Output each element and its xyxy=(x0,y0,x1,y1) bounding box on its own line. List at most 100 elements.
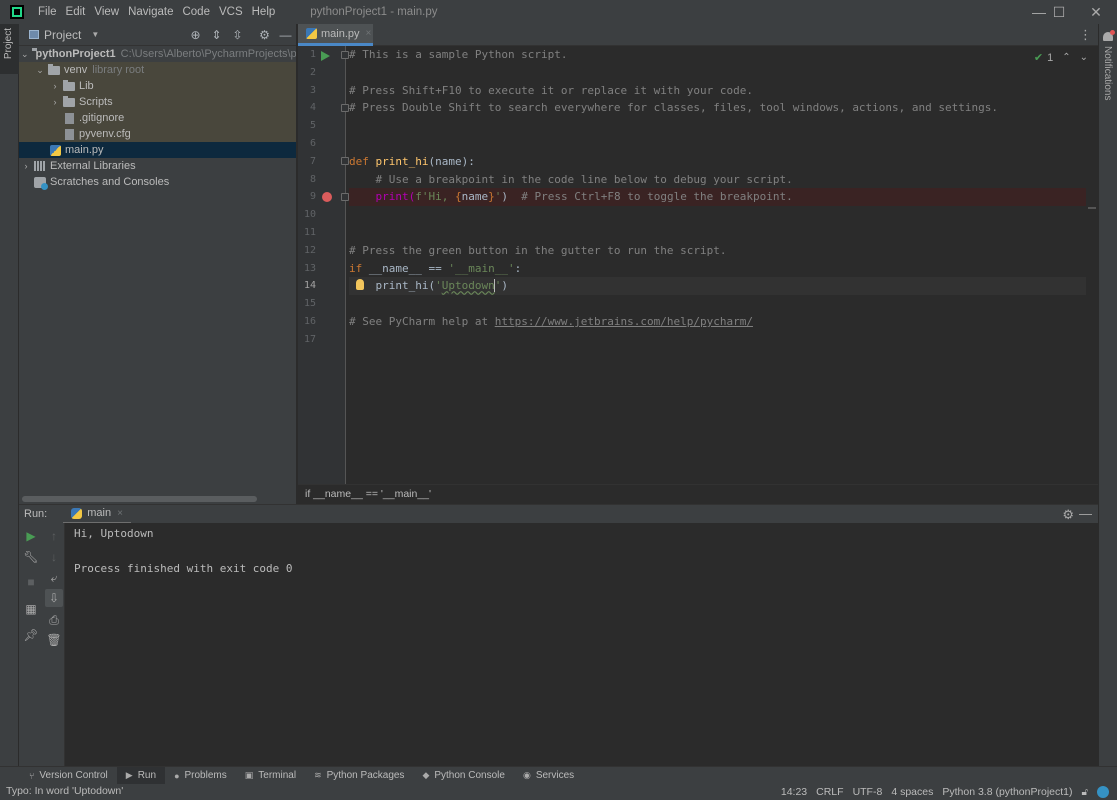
typo-word[interactable]: Uptodown xyxy=(442,279,495,292)
fold-icon[interactable] xyxy=(341,51,349,59)
tree-item-label: Lib xyxy=(79,80,94,92)
lock-icon[interactable]: 🔓︎ xyxy=(1082,787,1088,798)
python-interpreter[interactable]: Python 3.8 (pythonProject1) xyxy=(942,786,1072,798)
stop-icon[interactable]: ■ xyxy=(22,573,40,591)
toolwindow-python-packages[interactable]: ≋ Python Packages xyxy=(305,767,413,785)
run-tab-main[interactable]: main × xyxy=(63,505,131,524)
line-number: 4 xyxy=(309,102,316,114)
inspection-count: 1 xyxy=(1047,51,1054,64)
toolwindow-services[interactable]: ◉ Services xyxy=(514,767,583,785)
soft-wrap-icon[interactable]: ⤶ xyxy=(45,569,63,587)
editor-vertical-scrollbar[interactable] xyxy=(1086,46,1098,484)
fold-icon[interactable] xyxy=(341,193,349,201)
toolwindow-terminal[interactable]: ▣ Terminal xyxy=(236,767,305,785)
toolwindow-run[interactable]: ▶ Run xyxy=(116,766,166,785)
fold-icon[interactable] xyxy=(341,157,349,165)
tab-main-py[interactable]: main.py × xyxy=(298,24,373,46)
chevron-down-icon[interactable]: ⌄ xyxy=(35,65,45,76)
layout-icon[interactable]: ▦ xyxy=(22,600,40,618)
toolwindow-version-control[interactable]: ⑂ Version Control xyxy=(20,767,117,785)
folder-icon xyxy=(48,63,60,75)
collapse-all-icon[interactable]: ⇳ xyxy=(227,28,248,42)
close-tab-icon[interactable]: × xyxy=(117,508,123,519)
wrench-icon[interactable]: 🔧︎ xyxy=(22,548,40,566)
down-arrow-icon[interactable]: ↓ xyxy=(45,548,63,566)
close-icon: ✕ xyxy=(1090,3,1102,20)
check-icon: ✔ xyxy=(1033,52,1044,64)
line-number: 11 xyxy=(303,227,316,238)
help-link[interactable]: https://www.jetbrains.com/help/pycharm/ xyxy=(495,315,753,328)
menu-help[interactable]: Help xyxy=(252,6,276,18)
line-separator[interactable]: CRLF xyxy=(816,786,843,798)
file-encoding[interactable]: UTF-8 xyxy=(853,786,883,798)
tree-item-scripts[interactable]: › Scripts xyxy=(19,94,296,110)
previous-highlight-icon[interactable]: ⌃ xyxy=(1062,52,1070,63)
run-icon: ▶ xyxy=(125,770,133,780)
tree-item-lib[interactable]: › Lib xyxy=(19,78,296,94)
chevron-right-icon[interactable]: › xyxy=(50,81,60,91)
run-console[interactable]: Hi, Uptodown Process finished with exit … xyxy=(65,523,1098,766)
line-number: 13 xyxy=(303,262,316,274)
chevron-right-icon[interactable]: › xyxy=(21,161,31,171)
chevron-down-icon[interactable]: ⌄ xyxy=(21,49,29,60)
line-number: 5 xyxy=(309,120,316,132)
code-line: # This is a sample Python script. xyxy=(349,48,568,61)
gear-icon[interactable]: ⚙ xyxy=(1062,507,1074,523)
trash-icon[interactable]: 🗑︎ xyxy=(45,631,63,649)
hide-icon[interactable]: — xyxy=(1079,506,1092,521)
tree-item-main-py[interactable]: main.py xyxy=(19,142,296,158)
line-number: 2 xyxy=(309,66,316,78)
maximize-button[interactable]: ☐ xyxy=(1039,0,1079,24)
menu-code[interactable]: Code xyxy=(182,6,210,18)
inspection-widget[interactable]: ✔ 1 ⌃ ⌄ xyxy=(1033,51,1088,65)
caret-position[interactable]: 14:23 xyxy=(781,786,807,798)
menu-navigate[interactable]: Navigate xyxy=(128,6,173,18)
tree-item-scratches[interactable]: Scratches and Consoles xyxy=(19,174,296,190)
menu-file[interactable]: File xyxy=(38,6,57,18)
toolwindow-python-console[interactable]: ◆ Python Console xyxy=(413,767,514,785)
locate-icon[interactable]: ⊕ xyxy=(185,28,206,42)
project-view-selector[interactable]: Project ▼ xyxy=(29,28,99,42)
indent-setting[interactable]: 4 spaces xyxy=(891,786,933,798)
breakpoint-icon[interactable] xyxy=(322,192,332,202)
notifications-tool-button[interactable]: Notifications xyxy=(1102,46,1113,100)
status-message[interactable]: Typo: In word 'Uptodown' xyxy=(6,785,123,797)
close-window-button[interactable]: ✕ xyxy=(1076,0,1116,24)
tree-item-venv[interactable]: ⌄ venv library root xyxy=(19,62,296,78)
chevron-right-icon[interactable]: › xyxy=(50,97,60,107)
expand-all-icon[interactable]: ⇕ xyxy=(206,28,227,42)
toolwindow-problems[interactable]: ● Problems xyxy=(165,767,236,785)
problems-icon: ● xyxy=(174,770,180,781)
tree-item-external-libraries[interactable]: › External Libraries xyxy=(19,158,296,174)
menu-view[interactable]: View xyxy=(94,6,119,18)
tree-item-label: venv xyxy=(64,64,88,76)
rerun-icon[interactable]: ▶ xyxy=(22,527,40,545)
tree-item-label: Scratches and Consoles xyxy=(50,176,170,188)
up-arrow-icon[interactable]: ↑ xyxy=(45,527,63,545)
pin-icon[interactable]: 📌︎ xyxy=(22,626,40,644)
lightbulb-icon[interactable] xyxy=(356,279,364,290)
menu-edit[interactable]: Edit xyxy=(66,6,86,18)
gear-icon[interactable]: ⚙ xyxy=(254,28,275,42)
project-tool-button[interactable]: Project xyxy=(0,24,19,74)
pycharm-logo-icon[interactable] xyxy=(10,5,24,19)
hide-icon[interactable]: — xyxy=(275,28,296,42)
update-icon[interactable] xyxy=(1097,786,1109,798)
menu-vcs[interactable]: VCS xyxy=(219,6,243,18)
run-gutter-icon[interactable] xyxy=(321,51,330,61)
tree-item-gitignore[interactable]: .gitignore xyxy=(19,110,296,126)
line-number: 12 xyxy=(303,244,316,256)
tree-item-project-root[interactable]: ⌄ pythonProject1 C:\Users\Alberto\Pychar… xyxy=(19,46,296,62)
gitignore-file-icon xyxy=(65,112,74,124)
tree-item-pyvenv-cfg[interactable]: pyvenv.cfg xyxy=(19,126,296,142)
project-horizontal-scrollbar[interactable] xyxy=(22,496,257,502)
version-control-icon: ⑂ xyxy=(29,770,35,781)
print-icon[interactable]: ⎙ xyxy=(45,611,63,629)
code-editor[interactable]: # This is a sample Python script. # Pres… xyxy=(298,46,1098,484)
scroll-to-end-icon[interactable]: ⇩ xyxy=(45,589,63,607)
breadcrumb-item[interactable]: if __name__ == '__main__' xyxy=(305,488,431,500)
fold-icon[interactable] xyxy=(341,104,349,112)
more-options-icon[interactable]: ⋮ xyxy=(1079,27,1092,43)
close-tab-icon[interactable]: × xyxy=(366,28,372,39)
tree-item-label: main.py xyxy=(65,144,104,156)
